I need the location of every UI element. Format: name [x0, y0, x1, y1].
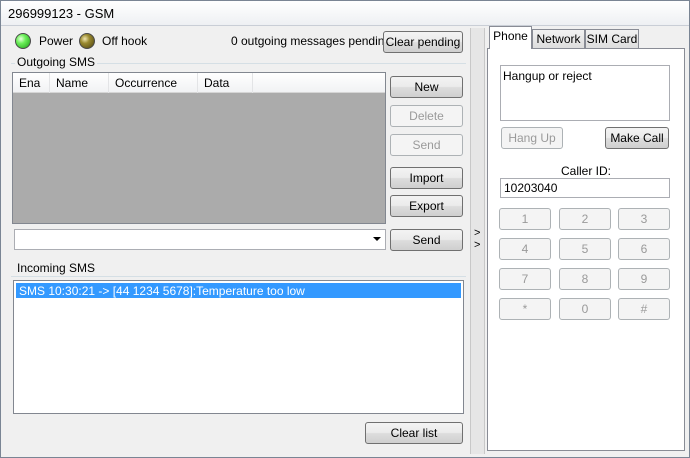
keypad-9-button[interactable]: 9 — [618, 268, 670, 290]
clear-list-button[interactable]: Clear list — [365, 422, 463, 444]
hang-up-button[interactable]: Hang Up — [501, 127, 563, 149]
keypad-1-button[interactable]: 1 — [499, 208, 551, 230]
chevron-down-icon[interactable] — [373, 237, 381, 241]
outgoing-group-label: Outgoing SMS — [15, 55, 98, 69]
keypad-0-button[interactable]: 0 — [559, 298, 611, 320]
outgoing-list-header: Ena Name Occurrence Data — [13, 73, 385, 93]
title-bar: 296999123 - GSM — [1, 1, 689, 26]
keypad-star-button[interactable]: * — [499, 298, 551, 320]
compose-message-combo[interactable] — [14, 229, 386, 250]
caller-id-value: 10203040 — [504, 181, 558, 195]
import-button[interactable]: Import — [390, 167, 463, 189]
send-outgoing-button[interactable]: Send — [390, 134, 463, 156]
caller-id-field[interactable]: 10203040 — [500, 178, 670, 198]
offhook-label: Off hook — [102, 34, 148, 48]
outgoing-sms-list[interactable]: Ena Name Occurrence Data — [12, 72, 386, 224]
tab-network[interactable]: Network — [532, 29, 585, 49]
keypad-5-button[interactable]: 5 — [559, 238, 611, 260]
tab-phone[interactable]: Phone — [489, 26, 532, 49]
window-title: 296999123 - GSM — [8, 6, 115, 21]
compose-send-button[interactable]: Send — [390, 229, 463, 251]
incoming-group-line — [11, 276, 466, 277]
phone-tab-panel: Hangup or reject Hang Up Make Call Calle… — [487, 48, 685, 451]
caller-id-label: Caller ID: — [560, 164, 611, 178]
column-header-name[interactable]: Name — [50, 73, 109, 93]
list-item[interactable]: SMS 10:30:21 -> [44 1234 5678]:Temperatu… — [16, 283, 461, 298]
incoming-group-label: Incoming SMS — [15, 261, 98, 275]
column-header-data[interactable]: Data — [198, 73, 253, 93]
keypad-4-button[interactable]: 4 — [499, 238, 551, 260]
make-call-button[interactable]: Make Call — [605, 127, 669, 149]
gsm-window: 296999123 - GSM Power Off hook 0 outgoin… — [0, 0, 690, 458]
pending-status-text: 0 outgoing messages pending — [231, 34, 392, 48]
clear-pending-button[interactable]: Clear pending — [383, 31, 463, 53]
keypad-2-button[interactable]: 2 — [559, 208, 611, 230]
chevron-right-icon: > — [474, 239, 481, 251]
column-header-ena[interactable]: Ena — [13, 73, 50, 93]
offhook-led-icon — [79, 33, 95, 49]
power-label: Power — [39, 34, 74, 48]
keypad-hash-button[interactable]: # — [618, 298, 670, 320]
keypad-7-button[interactable]: 7 — [499, 268, 551, 290]
keypad-6-button[interactable]: 6 — [618, 238, 670, 260]
tab-sim-card[interactable]: SIM Card — [585, 29, 639, 49]
keypad-8-button[interactable]: 8 — [559, 268, 611, 290]
chevron-right-icon: > — [474, 227, 481, 239]
incoming-sms-list[interactable]: SMS 10:30:21 -> [44 1234 5678]:Temperatu… — [13, 280, 464, 414]
keypad-3-button[interactable]: 3 — [618, 208, 670, 230]
delete-button[interactable]: Delete — [390, 105, 463, 127]
power-led-icon — [15, 33, 31, 49]
new-button[interactable]: New — [390, 76, 463, 98]
column-header-occurrence[interactable]: Occurrence — [109, 73, 198, 93]
call-status-text: Hangup or reject — [503, 69, 592, 83]
panel-splitter[interactable]: > > — [470, 28, 485, 454]
export-button[interactable]: Export — [390, 195, 463, 217]
call-status-box: Hangup or reject — [500, 65, 670, 121]
